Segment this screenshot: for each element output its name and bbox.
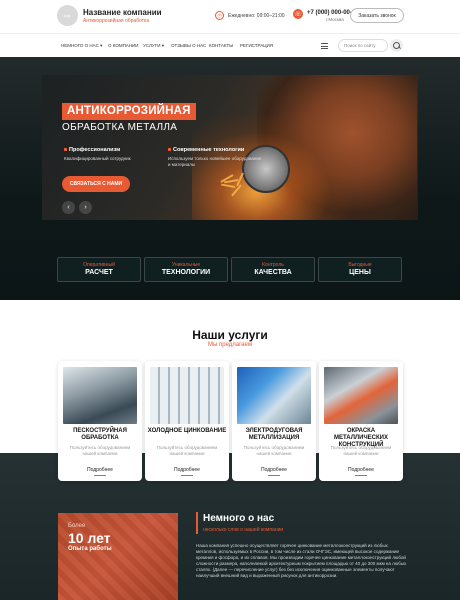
menu-icon[interactable] — [321, 43, 328, 49]
city-label: г.Москва — [326, 17, 344, 22]
advantage-card: Уникальные ТЕХНОЛОГИИ — [144, 257, 228, 282]
advantage-title: ЦЕНЫ — [349, 269, 371, 276]
hero-title: АНТИКОРРОЗИЙНАЯ — [62, 103, 196, 120]
about-years: 10 лет — [68, 530, 111, 546]
about-text: Наша компания успешно осуществляет горяч… — [196, 543, 407, 578]
company-tagline: Антикоррозийная обработка — [83, 18, 150, 24]
advantage-label: Контроль — [262, 262, 284, 268]
about-subtitle: несколько слов о нашей компании — [203, 527, 284, 533]
feature-desc: Используем только новейшее оборудование … — [168, 156, 262, 167]
service-name: ЭЛЕКТРОДУГОВАЯ МЕТАЛЛИЗАЦИЯ — [245, 428, 303, 441]
logo-text: logo — [63, 13, 72, 18]
service-image — [237, 367, 311, 424]
feature-title: Профессионализм — [64, 147, 120, 153]
advantage-card: Оперативный РАСЧЕТ — [57, 257, 141, 282]
services-subtitle: Мы предлагаем — [208, 342, 252, 348]
advantage-card: Выгодные ЦЕНЫ — [318, 257, 402, 282]
nav-item-services[interactable]: УСЛУГИ ▾ — [143, 43, 164, 49]
service-card[interactable]: ЭЛЕКТРОДУГОВАЯ МЕТАЛЛИЗАЦИЯ Пользуйтесь … — [232, 361, 316, 481]
service-desc: Пользуйтесь оборудованием нашей компании — [330, 445, 392, 456]
advantage-card: Контроль КАЧЕСТВА — [231, 257, 315, 282]
service-desc: Пользуйтесь оборудованием нашей компании — [69, 445, 131, 456]
nav-item-company[interactable]: О КОМПАНИИ — [108, 43, 139, 48]
feature-title: Современные технологии — [168, 147, 244, 153]
about-accent-bar — [196, 512, 198, 534]
service-image — [324, 367, 398, 424]
about-more-label: Более — [68, 523, 86, 529]
nav-item-label: НЕМНОГО О НАС — [61, 43, 99, 48]
advantage-label: Оперативный — [83, 262, 115, 268]
service-desc: Пользуйтесь оборудованием нашей компании — [156, 445, 218, 456]
service-image — [150, 367, 224, 424]
clock-icon: ◷ — [215, 11, 224, 20]
main-nav: НЕМНОГО О НАС ▾ О КОМПАНИИ УСЛУГИ ▾ ОТЗЫ… — [0, 33, 460, 57]
service-card[interactable]: ОКРАСКА МЕТАЛЛИЧЕСКИХ КОНСТРУКЦИЙ Пользу… — [319, 361, 403, 481]
advantage-label: Уникальные — [171, 262, 201, 268]
top-header: logo Название компании Антикоррозийная о… — [0, 0, 460, 33]
about-experience: Опыта работы — [68, 546, 112, 552]
service-image — [63, 367, 137, 424]
advantage-title: ТЕХНОЛОГИИ — [161, 269, 211, 276]
nav-item-reviews[interactable]: ОТЗЫВЫ О НАС — [171, 43, 206, 48]
services-title: Наши услуги — [192, 328, 268, 342]
chevron-right-icon[interactable]: › — [79, 201, 92, 214]
service-name: ХОЛОДНОЕ ЦИНКОВАНИЕ — [147, 428, 227, 434]
nav-item-contacts[interactable]: КОНТАКТЫ — [209, 43, 233, 48]
search-input[interactable]: Поиск по сайту — [338, 39, 388, 52]
service-name: ПЕСКОСТРУЙНАЯ ОБРАБОТКА — [73, 428, 127, 441]
service-desc: Пользуйтесь оборудованием нашей компании — [243, 445, 305, 456]
grinder-disc — [242, 145, 290, 193]
company-name: Название компании — [83, 8, 162, 17]
service-more-link[interactable]: Подробнее — [232, 467, 316, 476]
service-more-link[interactable]: Подробнее — [58, 467, 142, 476]
hero-subtitle: ОБРАБОТКА МЕТАЛЛА — [62, 122, 178, 133]
about-title: Немного о нас — [203, 513, 275, 524]
nav-item-registration[interactable]: РЕГИСТРАЦИЯ — [240, 43, 273, 48]
service-more-link[interactable]: Подробнее — [145, 467, 229, 476]
phone-icon: ☏ — [293, 9, 303, 19]
callback-button[interactable]: Заказать звонок — [350, 8, 404, 23]
working-hours: Ежедневно: 09:00–21:00 — [228, 13, 285, 19]
nav-item-about-us[interactable]: НЕМНОГО О НАС ▾ — [61, 43, 102, 49]
logo[interactable]: logo — [57, 5, 78, 26]
nav-item-label: УСЛУГИ — [143, 43, 161, 48]
service-card[interactable]: ХОЛОДНОЕ ЦИНКОВАНИЕ Пользуйтесь оборудов… — [145, 361, 229, 481]
advantage-label: Выгодные — [348, 262, 372, 268]
contact-us-button[interactable]: СВЯЗАТЬСЯ С НАМИ — [62, 176, 130, 192]
service-card[interactable]: ПЕСКОСТРУЙНАЯ ОБРАБОТКА Пользуйтесь обор… — [58, 361, 142, 481]
search-icon[interactable] — [390, 39, 403, 52]
feature-desc: Квалифицированный сотрудник — [64, 156, 131, 161]
service-more-link[interactable]: Подробнее — [319, 467, 403, 476]
chevron-left-icon[interactable]: ‹ — [62, 201, 75, 214]
advantage-title: РАСЧЕТ — [85, 269, 113, 276]
advantage-title: КАЧЕСТВА — [254, 269, 292, 276]
